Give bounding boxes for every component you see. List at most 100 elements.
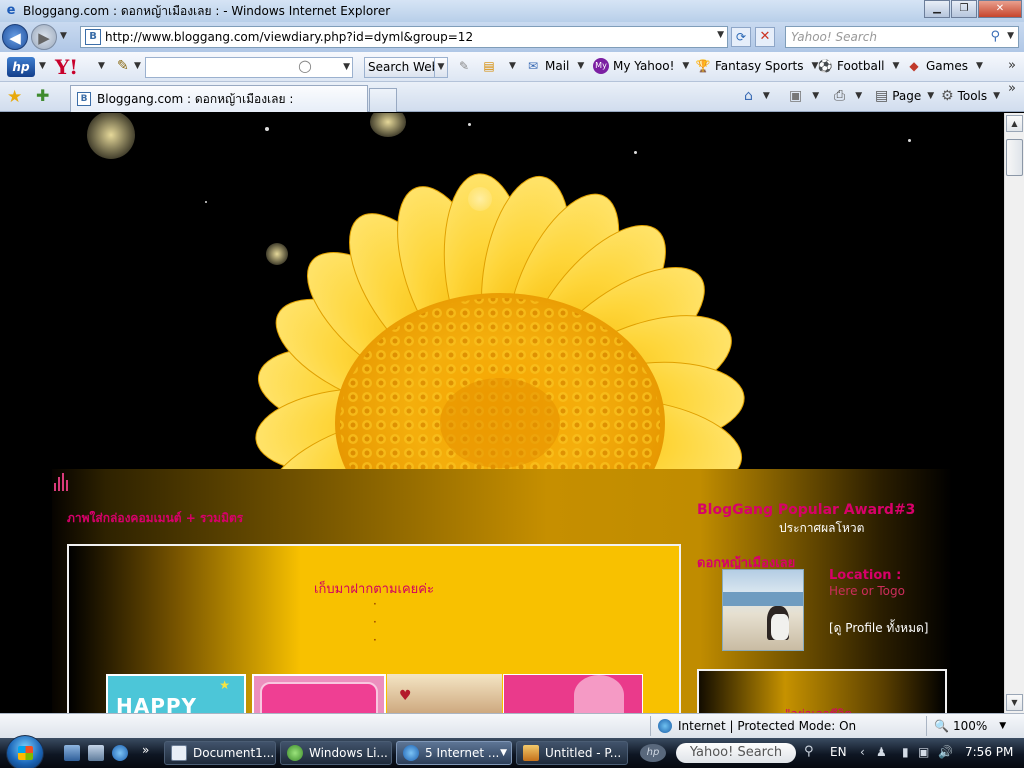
volume-icon[interactable]: 🔊: [938, 745, 953, 759]
group-dropdown-icon[interactable]: ▼: [500, 748, 507, 758]
tab-bloggang[interactable]: B Bloggang.com : ดอกหญ้าเมืองเลย :: [70, 85, 368, 112]
rss-icon: ▣: [789, 88, 803, 104]
light-bokeh: [87, 113, 135, 159]
recent-pages-dropdown[interactable]: ▼: [60, 31, 67, 41]
ie-quicklaunch-icon[interactable]: [112, 745, 128, 761]
feeds-button[interactable]: ▣ ▼: [789, 88, 819, 104]
football-icon: ⚽: [817, 59, 833, 73]
star-icon: ★: [219, 678, 230, 692]
scroll-down-button[interactable]: ▼: [1006, 694, 1023, 711]
address-row: ◀ ▶ ▼ B http://www.bloggang.com/viewdiar…: [0, 22, 1024, 52]
comment-image-pink-frame[interactable]: [252, 674, 386, 713]
site-favicon-icon: B: [85, 29, 101, 45]
music-equalizer-icon[interactable]: [54, 473, 68, 491]
search-input[interactable]: Yahoo! Search ⚲ ▼: [785, 26, 1019, 48]
vote-results-link[interactable]: ประกาศผลโหวต: [779, 519, 864, 538]
page-menu[interactable]: ▤ Page ▼: [875, 88, 934, 104]
pencil-icon[interactable]: ✎: [117, 58, 129, 74]
clock[interactable]: 7:56 PM: [965, 745, 1013, 759]
maximize-button[interactable]: ❐: [951, 0, 977, 18]
tools-menu[interactable]: ⚙ Tools ▼: [941, 88, 1000, 104]
toolbar-games[interactable]: ◆ Games ▼: [906, 58, 983, 74]
taskbar-item-paint[interactable]: Untitled - P...: [516, 741, 628, 765]
location-label: Location :: [829, 568, 902, 583]
new-tab-button[interactable]: [369, 88, 397, 112]
hp-taskbar-icon[interactable]: hp: [640, 744, 666, 762]
search-options-dropdown-icon[interactable]: ▼: [1007, 31, 1014, 41]
command-overflow-icon[interactable]: »: [1008, 81, 1016, 96]
search-icon[interactable]: ⚲: [990, 29, 1000, 44]
yahoo-dropdown-icon[interactable]: ▼: [98, 61, 105, 71]
toolbar-my-yahoo[interactable]: My My Yahoo! ▼: [593, 58, 689, 74]
search-placeholder: Yahoo! Search: [791, 30, 877, 44]
yahoo-search-dropdown-icon[interactable]: ▼: [343, 62, 350, 72]
security-zone[interactable]: Internet | Protected Mode: On: [658, 719, 856, 733]
address-dropdown-icon[interactable]: ▼: [717, 30, 724, 40]
back-button[interactable]: ◀: [2, 24, 28, 50]
network-icon[interactable]: ▣: [918, 745, 929, 759]
windows-logo-icon: [18, 746, 33, 760]
window-title: Bloggang.com : ดอกหญ้าเมืองเลย : - Windo…: [23, 3, 391, 18]
network-users-icon[interactable]: ♟: [876, 745, 887, 759]
forward-button[interactable]: ▶: [31, 24, 57, 50]
zoom-control[interactable]: 🔍 100% ▼: [934, 719, 1006, 733]
highlight-icon[interactable]: ✎: [456, 58, 476, 74]
tray-expand-icon[interactable]: ‹: [860, 745, 865, 759]
language-indicator[interactable]: EN: [830, 745, 847, 759]
show-desktop-icon[interactable]: [64, 745, 80, 761]
comment-image-happy[interactable]: HAPPY ★: [106, 674, 246, 713]
minimize-button[interactable]: ▁: [924, 0, 950, 18]
taskbar-item-windows-live[interactable]: Windows Li...: [280, 741, 392, 765]
heart-icon: ♥: [399, 688, 412, 704]
toolbar-mail[interactable]: ✉ Mail ▼: [525, 58, 584, 74]
search-web-dropdown-icon[interactable]: ▼: [434, 57, 448, 78]
yahoo-logo-icon[interactable]: Y!: [55, 55, 78, 79]
comment-image-pink-hat[interactable]: [503, 674, 643, 713]
zoom-icon: 🔍: [934, 719, 949, 733]
comment-box-heading[interactable]: ภาพใส่กล่องคอมเมนต์ + รวมมิตร: [67, 509, 243, 528]
hp-logo-icon[interactable]: hp: [7, 57, 35, 77]
vertical-scrollbar[interactable]: ▲ ▼: [1004, 113, 1024, 713]
start-button[interactable]: [6, 735, 44, 768]
favorites-star-icon[interactable]: ★: [7, 87, 22, 107]
quicklaunch-overflow-icon[interactable]: »: [142, 743, 149, 757]
address-bar[interactable]: B http://www.bloggang.com/viewdiary.php?…: [80, 26, 728, 48]
comment-image-anime[interactable]: ♥: [387, 674, 502, 713]
toolbar-fantasy-sports[interactable]: 🏆 Fantasy Sports ▼: [695, 58, 819, 74]
page-icon: ▤: [875, 88, 889, 104]
avatar[interactable]: [722, 569, 804, 651]
view-profile-link[interactable]: [ดู Profile ทั้งหมด]: [829, 619, 928, 638]
sparkle: [634, 151, 637, 154]
sparkle: [468, 123, 471, 126]
messenger-icon: [287, 745, 303, 761]
address-url[interactable]: http://www.bloggang.com/viewdiary.php?id…: [105, 30, 473, 44]
search-web-button[interactable]: Search Web: [364, 57, 444, 78]
taskbar-item-word[interactable]: Document1...: [164, 741, 276, 765]
document-icon: [171, 745, 187, 761]
toolbar-football[interactable]: ⚽ Football ▼: [817, 58, 900, 74]
yahoo-search-input[interactable]: ○ ▼: [145, 56, 353, 78]
taskbar-search-input[interactable]: Yahoo! Search: [676, 743, 796, 763]
refresh-button[interactable]: ⟳: [731, 27, 751, 47]
yellow-flower-image: [255, 173, 745, 469]
print-button[interactable]: ⎙ ▼: [834, 88, 862, 104]
my-yahoo-icon: My: [593, 58, 609, 74]
battery-icon[interactable]: ▮: [902, 745, 909, 759]
ie-icon: e: [6, 3, 16, 18]
stop-button[interactable]: ✕: [755, 27, 775, 47]
home-button[interactable]: ⌂ ▼: [744, 88, 770, 104]
award-link[interactable]: BlogGang Popular Award#3: [697, 502, 915, 518]
popup-blocker-icon[interactable]: ▤ ▼: [481, 58, 516, 74]
hp-dropdown-icon[interactable]: ▼: [39, 61, 46, 71]
taskbar-search-icon[interactable]: ⚲: [804, 744, 814, 759]
gear-icon: ⚙: [941, 88, 954, 104]
close-button[interactable]: ✕: [978, 0, 1022, 18]
toolbar-overflow-icon[interactable]: »: [1008, 58, 1016, 73]
scroll-up-button[interactable]: ▲: [1006, 115, 1023, 132]
pencil-dropdown-icon[interactable]: ▼: [134, 61, 141, 71]
taskbar-item-internet-explorer[interactable]: 5 Internet ... ▼: [396, 741, 512, 765]
switch-windows-icon[interactable]: [88, 745, 104, 761]
scroll-thumb[interactable]: [1006, 139, 1023, 176]
trophy-icon: 🏆: [695, 59, 711, 73]
add-favorite-icon[interactable]: ✚: [36, 86, 49, 105]
